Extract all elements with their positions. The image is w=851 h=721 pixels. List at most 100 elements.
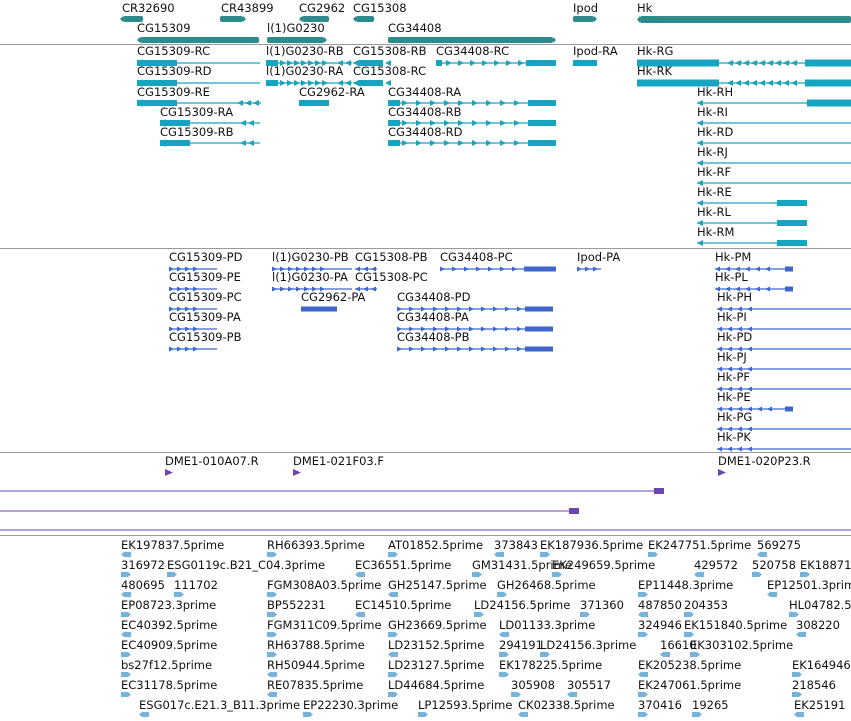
est-glyph-111702[interactable] bbox=[174, 592, 184, 597]
feature-label-cg15309-pb: CG15309-PB bbox=[169, 330, 242, 344]
est-glyph-rh50944-5prime[interactable] bbox=[267, 672, 277, 677]
est-glyph-ld01133-3prime[interactable] bbox=[499, 632, 509, 637]
est-glyph-ek303102-5prime[interactable] bbox=[690, 652, 700, 657]
est-glyph-gh25147-5prime[interactable] bbox=[388, 592, 398, 597]
gene-glyph-ipod[interactable] bbox=[573, 16, 597, 22]
est-glyph-ld23152-5prime[interactable] bbox=[388, 652, 398, 657]
est-glyph-ld24156-5prime[interactable] bbox=[474, 612, 484, 617]
feature-label-ipod-pa: Ipod-PA bbox=[577, 250, 621, 264]
feature-label-cg15309-rb: CG15309-RB bbox=[160, 125, 234, 139]
est-glyph-520758[interactable] bbox=[752, 572, 762, 577]
est-glyph-ec40909-5prime[interactable] bbox=[121, 652, 131, 657]
feature-label-dme1-021f03-f: DME1-021F03.F bbox=[293, 454, 384, 468]
clone-span-line[interactable] bbox=[0, 488, 664, 494]
transcript-glyph-cg2962-ra[interactable] bbox=[299, 99, 329, 107]
est-glyph-gh23669-5prime[interactable] bbox=[388, 632, 398, 637]
gene-glyph-cg15308[interactable] bbox=[353, 16, 374, 22]
est-glyph-204353[interactable] bbox=[684, 612, 694, 617]
est-glyph-305517[interactable] bbox=[567, 692, 577, 697]
feature-label-hk-pl: Hk-PL bbox=[715, 270, 748, 284]
est-glyph-371360[interactable] bbox=[580, 612, 590, 617]
est-glyph-ek178225-5prime[interactable] bbox=[499, 672, 509, 677]
feature-label-gh25147-5prime: GH25147.5prime bbox=[388, 578, 487, 592]
cds-glyph-cg2962-pa[interactable] bbox=[301, 306, 337, 312]
cds-glyph-cg34408-pc[interactable] bbox=[440, 266, 556, 272]
est-glyph-lp12593-5prime[interactable] bbox=[418, 712, 428, 717]
cds-glyph-ipod-pa[interactable] bbox=[577, 266, 601, 272]
clone-end-glyph-dme1-010a07-r[interactable] bbox=[165, 469, 173, 476]
est-glyph-ec40392-5prime[interactable] bbox=[121, 632, 131, 637]
est-glyph-429572[interactable] bbox=[694, 572, 704, 577]
est-glyph-ek197837-5prime[interactable] bbox=[121, 552, 131, 557]
feature-label-hk-re: Hk-RE bbox=[697, 185, 732, 199]
est-glyph-re07835-5prime[interactable] bbox=[267, 692, 277, 697]
est-glyph-ek247751-5prime[interactable] bbox=[648, 552, 658, 557]
est-glyph-316972[interactable] bbox=[121, 572, 131, 577]
est-glyph-fgm311c09-5prime[interactable] bbox=[267, 632, 277, 637]
feature-label-hk-pd: Hk-PD bbox=[717, 330, 753, 344]
est-glyph-ek205238-5prime[interactable] bbox=[638, 672, 648, 677]
est-glyph-ek151840-5prime[interactable] bbox=[684, 632, 694, 637]
est-glyph-at01852-5prime[interactable] bbox=[388, 552, 398, 557]
gene-glyph-cr43899[interactable] bbox=[220, 16, 246, 22]
est-glyph-ld23127-5prime[interactable] bbox=[388, 672, 398, 677]
clone-span-line[interactable] bbox=[0, 508, 579, 514]
est-glyph-487850[interactable] bbox=[638, 612, 648, 617]
est-glyph-ek247061-5prime[interactable] bbox=[638, 692, 648, 697]
est-glyph-ec14510-5prime[interactable] bbox=[355, 612, 365, 617]
est-glyph-218546[interactable] bbox=[792, 692, 802, 697]
est-glyph-ep22230-3prime[interactable] bbox=[303, 712, 313, 717]
est-glyph-esg017c-e21-3-b11-3prime[interactable] bbox=[139, 712, 149, 717]
est-glyph-rh66393-5prime[interactable] bbox=[267, 552, 277, 557]
est-glyph-ec36551-5prime[interactable] bbox=[355, 572, 365, 577]
est-glyph-hl04782-5[interactable] bbox=[789, 612, 799, 617]
est-glyph-ec31178-5prime[interactable] bbox=[121, 692, 131, 697]
est-glyph-19265[interactable] bbox=[692, 712, 702, 717]
est-glyph-ep11448-3prime[interactable] bbox=[638, 592, 648, 597]
cds-glyph-cg15309-pb[interactable] bbox=[169, 346, 217, 352]
est-glyph-324946[interactable] bbox=[638, 632, 648, 637]
est-glyph-ek249659-5prime[interactable] bbox=[552, 572, 562, 577]
est-glyph-ep08723-3prime[interactable] bbox=[121, 612, 131, 617]
est-glyph-bs27f12-5prime[interactable] bbox=[121, 672, 131, 677]
est-glyph-294191[interactable] bbox=[499, 652, 509, 657]
est-glyph-ek18871[interactable] bbox=[800, 572, 810, 577]
cds-glyph-cg34408-pb[interactable] bbox=[397, 346, 553, 352]
est-glyph-bp552231[interactable] bbox=[267, 612, 277, 617]
transcript-glyph-cg34408-rc[interactable] bbox=[436, 59, 556, 67]
est-glyph-ep12501-3prime[interactable] bbox=[767, 592, 777, 597]
feature-label-569275: 569275 bbox=[757, 538, 801, 552]
est-glyph-308220[interactable] bbox=[796, 632, 806, 637]
transcript-glyph-cg34408-rd[interactable] bbox=[388, 139, 556, 147]
feature-label-ld23127-5prime: LD23127.5prime bbox=[388, 658, 485, 672]
clone-end-glyph-dme1-021f03-f[interactable] bbox=[293, 469, 301, 476]
est-glyph-480695[interactable] bbox=[121, 592, 131, 597]
est-glyph-gh26468-5prime[interactable] bbox=[497, 592, 507, 597]
gene-glyph-l-1-g0230[interactable] bbox=[267, 37, 327, 43]
clone-end-glyph-dme1-020p23-r[interactable] bbox=[718, 469, 726, 476]
gene-glyph-hk[interactable] bbox=[637, 16, 851, 23]
clone-span-line[interactable] bbox=[0, 528, 851, 532]
est-glyph-ck02338-5prime[interactable] bbox=[518, 712, 528, 717]
est-glyph-gm31431-5prime[interactable] bbox=[472, 572, 482, 577]
gene-glyph-cg15309[interactable] bbox=[137, 37, 259, 43]
est-glyph-fgm308a03-5prime[interactable] bbox=[267, 592, 277, 597]
est-glyph-370416[interactable] bbox=[638, 712, 648, 717]
est-glyph-rh63788-5prime[interactable] bbox=[267, 652, 277, 657]
transcript-glyph-hk-rk[interactable] bbox=[637, 79, 851, 87]
est-glyph-16610[interactable] bbox=[660, 652, 670, 657]
est-glyph-ek187936-5prime[interactable] bbox=[540, 552, 550, 557]
feature-label-373843: 373843 bbox=[494, 538, 538, 552]
est-glyph-ek25191[interactable] bbox=[794, 712, 804, 717]
est-glyph-ek164946[interactable] bbox=[792, 672, 802, 677]
est-glyph-569275[interactable] bbox=[757, 552, 767, 557]
est-glyph-ld24156-3prime[interactable] bbox=[540, 652, 550, 657]
transcript-glyph-hk-rm[interactable] bbox=[697, 239, 807, 247]
gene-glyph-cg34408[interactable] bbox=[388, 37, 556, 43]
est-glyph-305908[interactable] bbox=[511, 692, 521, 697]
transcript-glyph-cg15309-rb[interactable] bbox=[160, 139, 260, 147]
transcript-glyph-ipod-ra[interactable] bbox=[573, 59, 597, 67]
est-glyph-373843[interactable] bbox=[494, 552, 504, 557]
est-glyph-esg0119c-b21-c04-3prime[interactable] bbox=[167, 572, 177, 577]
est-glyph-ld44684-5prime[interactable] bbox=[388, 692, 398, 697]
